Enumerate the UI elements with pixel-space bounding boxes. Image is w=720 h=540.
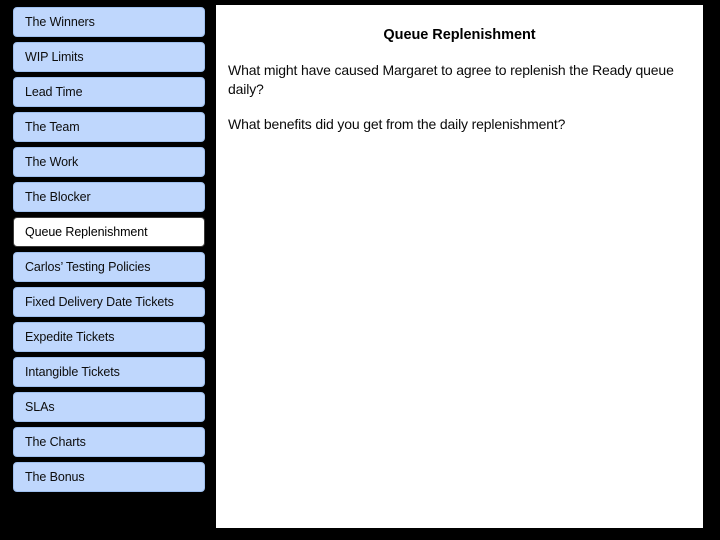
sidebar-item-label: The Bonus <box>25 469 85 484</box>
sidebar-item-the-team[interactable]: The Team <box>13 112 205 142</box>
sidebar-item-wip-limits[interactable]: WIP Limits <box>13 42 205 72</box>
sidebar-item-fixed-delivery-date-tickets[interactable]: Fixed Delivery Date Tickets <box>13 287 205 317</box>
content-paragraph: What benefits did you get from the daily… <box>228 115 566 132</box>
sidebar-item-label: SLAs <box>25 399 55 414</box>
content-paragraph: What might have caused Margaret to agree… <box>228 62 674 98</box>
sidebar-item-label: The Team <box>25 119 80 134</box>
sidebar-item-label: The Charts <box>25 434 86 449</box>
slide-canvas: The Winners WIP Limits Lead Time The Team Th… <box>0 0 720 540</box>
sidebar-item-slas[interactable]: SLAs <box>13 392 205 422</box>
sidebar-item-label: WIP Limits <box>25 49 84 64</box>
sidebar-item-the-winners[interactable]: The Winners <box>13 7 205 37</box>
sidebar-item-label: The Winners <box>25 14 95 29</box>
sidebar-item-label: Carlos’ Testing Policies <box>25 259 151 274</box>
sidebar-navigation: The Winners WIP Limits Lead Time The Team Th… <box>0 0 210 540</box>
sidebar-item-the-bonus[interactable]: The Bonus <box>13 462 205 492</box>
sidebar-item-the-blocker[interactable]: The Blocker <box>13 182 205 212</box>
sidebar-item-intangible-tickets[interactable]: Intangible Tickets <box>13 357 205 387</box>
sidebar-item-label: Intangible Tickets <box>25 364 120 379</box>
sidebar-item-the-charts[interactable]: The Charts <box>13 427 205 457</box>
sidebar-item-label: Fixed Delivery Date Tickets <box>25 294 174 309</box>
page-title: Queue Replenishment <box>383 27 536 43</box>
sidebar-item-lead-time[interactable]: Lead Time <box>13 77 205 107</box>
sidebar-item-label: Expedite Tickets <box>25 329 115 344</box>
content-body: What might have caused Margaret to agree… <box>216 61 703 134</box>
sidebar-item-label: The Blocker <box>25 189 91 204</box>
sidebar-item-label: Queue Replenishment <box>25 224 148 239</box>
sidebar-item-label: Lead Time <box>25 84 83 99</box>
sidebar-item-queue-replenishment[interactable]: Queue Replenishment <box>13 217 205 247</box>
sidebar-item-label: The Work <box>25 154 79 169</box>
sidebar-item-carlos-testing-policies[interactable]: Carlos’ Testing Policies <box>13 252 205 282</box>
sidebar-item-the-work[interactable]: The Work <box>13 147 205 177</box>
content-panel: Queue Replenishment What might have caus… <box>216 5 703 528</box>
sidebar-item-expedite-tickets[interactable]: Expedite Tickets <box>13 322 205 352</box>
